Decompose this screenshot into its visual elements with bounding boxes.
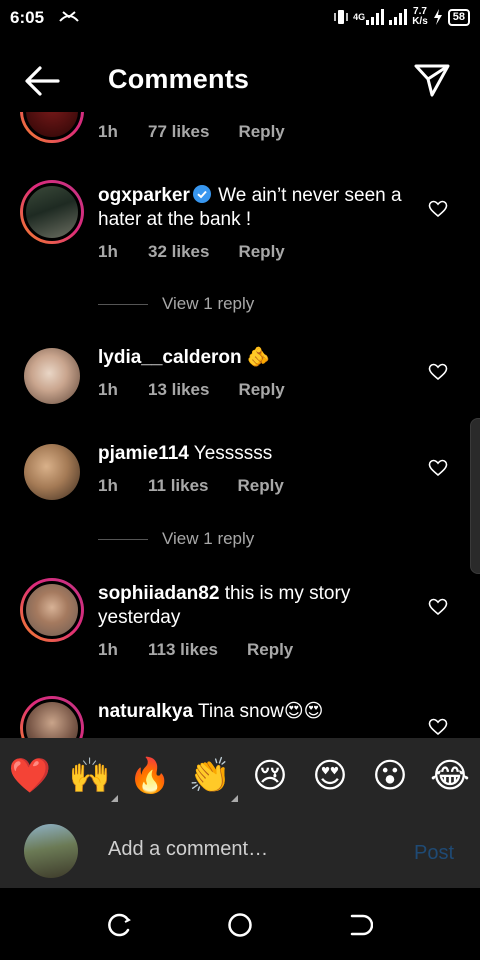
view-replies-button[interactable]: View 1 reply (98, 294, 254, 314)
verified-badge-icon (192, 185, 211, 203)
surprised-face-emoji-icon: 😮 (372, 756, 408, 796)
avatar[interactable] (20, 578, 84, 642)
comment-time: 1h (98, 122, 118, 141)
emoji-crying[interactable]: 😢 (248, 754, 292, 798)
comment-meta: 1h 11 likes Reply (98, 476, 284, 496)
comment-likes[interactable]: 11 likes (148, 476, 209, 496)
network-badge: 4G (353, 12, 366, 22)
missed-call-icon (59, 11, 79, 22)
fire-emoji-icon: 🔥 (128, 756, 172, 796)
comment-body: ogxparker We ain’t never seen a hater at… (98, 184, 413, 232)
comment-user[interactable]: lydia__calderon (98, 347, 242, 368)
net-speed: 7.7 K/s (412, 7, 428, 27)
comment-likes[interactable]: 32 likes (148, 242, 209, 262)
red-heart-emoji-icon: ❤️ (8, 756, 52, 796)
reply-button[interactable]: Reply (238, 380, 284, 400)
comment-time: 1h (98, 380, 118, 399)
emoji-raising-hands[interactable]: 🙌 (68, 754, 118, 802)
clapping-hands-emoji-icon: 👏 (188, 756, 232, 796)
emoji-fire[interactable]: 🔥 (128, 754, 172, 798)
comment-meta: 1h 32 likes Reply (98, 242, 285, 262)
signal-icon-2 (389, 9, 408, 25)
comment-time: 1h (98, 640, 118, 659)
comment-time: 1h (98, 476, 118, 495)
crying-face-emoji-icon: 😢 (252, 756, 288, 796)
system-nav-bar (0, 888, 480, 960)
comment-text: Tina snow😍😍 (197, 701, 324, 722)
comment-text: Yessssss (193, 443, 273, 464)
avatar[interactable] (20, 180, 84, 244)
skin-tone-indicator (111, 795, 118, 802)
comment-user[interactable]: ogxparker (98, 185, 190, 206)
view-replies-label: View 1 reply (162, 529, 255, 548)
header: Comments (0, 50, 480, 110)
emoji-surprised[interactable]: 😮 (368, 754, 412, 798)
reply-divider (98, 303, 148, 305)
comment-meta: 1h 77 likes Reply (98, 122, 285, 142)
my-avatar (24, 824, 78, 878)
comment-composer: Post (0, 812, 480, 888)
reply-button[interactable]: Reply (247, 640, 293, 660)
home-icon[interactable] (227, 912, 253, 938)
net-speed-unit: K/s (412, 16, 428, 27)
post-button[interactable]: Post (414, 842, 454, 865)
like-heart-icon[interactable] (428, 598, 448, 616)
comment-list[interactable]: 1h 77 likes Reply ogxparker We ain’t nev… (0, 112, 480, 738)
scroll-handle[interactable] (470, 418, 480, 574)
comment-meta: 1h 13 likes Reply (98, 380, 285, 400)
status-indicators: 4G 7.7 K/s 58 (334, 7, 470, 27)
raising-hands-emoji-icon: 🙌 (68, 756, 112, 796)
comment-meta: 1h 113 likes Reply (98, 640, 293, 660)
status-time: 6:05 (10, 8, 45, 27)
status-bar: 6:05 4G 7.7 K/s 58 (0, 0, 480, 36)
comment-time: 1h (98, 242, 118, 261)
comment-body: pjamie114 Yessssss (98, 442, 413, 466)
emoji-quick-bar: ❤️ 🙌 🔥 👏 😢 😍 😮 😂 (0, 738, 480, 812)
reply-button[interactable]: Reply (238, 122, 284, 142)
like-heart-icon[interactable] (428, 200, 448, 218)
skin-tone-indicator (231, 795, 238, 802)
view-replies-label: View 1 reply (162, 294, 255, 313)
back-nav-icon[interactable] (347, 912, 373, 938)
comment-input[interactable] (108, 838, 398, 861)
view-replies-button[interactable]: View 1 reply (98, 529, 254, 549)
emoji-clapping[interactable]: 👏 (188, 754, 238, 802)
comment-user[interactable]: sophiiadan82 (98, 583, 219, 604)
comment-body: naturalkya Tina snow😍😍 (98, 700, 413, 724)
battery-level: 58 (447, 8, 470, 26)
emoji-heart-eyes[interactable]: 😍 (308, 754, 352, 798)
comment-user[interactable]: naturalkya (98, 701, 193, 722)
reply-button[interactable]: Reply (238, 242, 284, 262)
recent-apps-icon[interactable] (107, 912, 133, 938)
reply-button[interactable]: Reply (238, 476, 284, 496)
comment-body: lydia__calderon 🫵 (98, 346, 413, 370)
avatar[interactable] (24, 444, 80, 500)
like-heart-icon[interactable] (428, 363, 448, 381)
page-title: Comments (108, 64, 250, 94)
tears-of-joy-emoji-icon: 😂 (430, 756, 470, 796)
avatar[interactable] (20, 696, 84, 738)
heart-eyes-emoji-icon: 😍 (312, 756, 348, 796)
send-icon[interactable] (412, 60, 452, 100)
comment-text: 🫵 (246, 347, 271, 368)
avatar[interactable] (20, 112, 84, 143)
like-heart-icon[interactable] (428, 718, 448, 736)
comment-body: sophiiadan82 this is my story yesterday (98, 582, 413, 630)
signal-icon (366, 9, 385, 25)
comment-likes[interactable]: 13 likes (148, 380, 209, 400)
comment-user[interactable]: pjamie114 (98, 443, 189, 464)
vibrate-icon (334, 10, 348, 24)
like-heart-icon[interactable] (428, 459, 448, 477)
avatar[interactable] (24, 348, 80, 404)
comment-likes[interactable]: 77 likes (148, 122, 209, 142)
charging-icon (433, 9, 442, 25)
back-arrow-icon[interactable] (22, 64, 62, 98)
reply-divider (98, 538, 148, 540)
emoji-tears-of-joy[interactable]: 😂 (428, 754, 472, 798)
emoji-red-heart[interactable]: ❤️ (8, 754, 52, 798)
comment-likes[interactable]: 113 likes (148, 640, 218, 660)
